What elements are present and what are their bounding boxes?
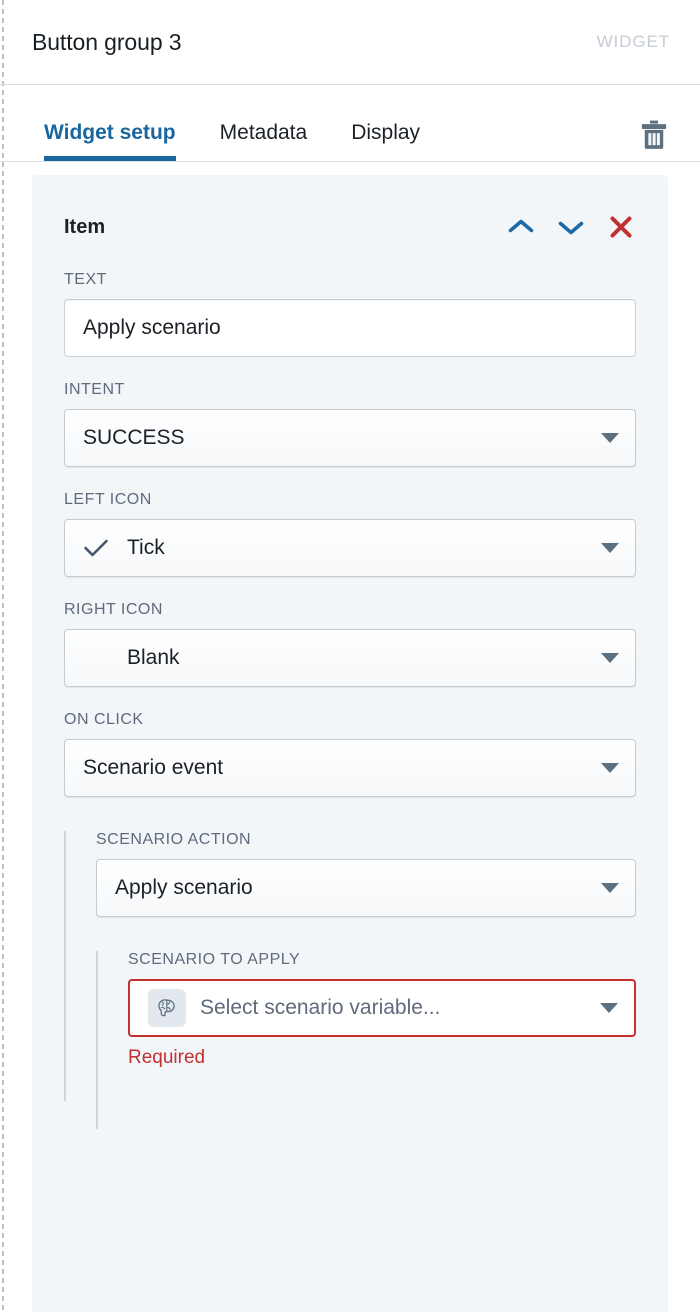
item-title: Item bbox=[64, 215, 106, 238]
left-icon-select[interactable]: Tick bbox=[64, 519, 636, 577]
left-icon-select-value: Tick bbox=[127, 536, 165, 559]
chevron-down-icon bbox=[601, 653, 619, 663]
titlebar: Button group 3 WIDGET bbox=[0, 0, 700, 85]
chevron-down-icon bbox=[601, 543, 619, 553]
field-text-label: TEXT bbox=[64, 271, 107, 288]
delete-widget-button[interactable] bbox=[634, 115, 674, 155]
chevron-down-icon bbox=[600, 1003, 618, 1013]
tabbar: Widget setup Metadata Display bbox=[0, 85, 700, 162]
tab-list: Widget setup Metadata Display bbox=[22, 85, 442, 161]
widget-config-screen: Button group 3 WIDGET Widget setup Metad… bbox=[0, 0, 700, 1312]
field-left-icon-label: LEFT ICON bbox=[64, 491, 152, 508]
left-edge-rail bbox=[2, 0, 4, 1312]
widget-type-badge: WIDGET bbox=[596, 32, 670, 51]
scenario-to-apply-group: SCENARIO TO APPLY Select scenario variab… bbox=[96, 951, 636, 1129]
scenario-to-apply-error: Required bbox=[128, 1047, 206, 1068]
on-click-select-value: Scenario event bbox=[83, 756, 224, 779]
brain-icon bbox=[148, 989, 186, 1027]
chevron-down-icon bbox=[601, 433, 619, 443]
chevron-up-icon bbox=[508, 219, 534, 233]
text-input[interactable]: Apply scenario bbox=[64, 299, 636, 357]
field-left-icon: LEFT ICON Tick bbox=[64, 491, 636, 577]
right-icon-select[interactable]: Blank bbox=[64, 629, 636, 687]
scenario-action-select-value: Apply scenario bbox=[115, 876, 253, 899]
tab-widget-setup[interactable]: Widget setup bbox=[22, 85, 198, 161]
remove-item-button[interactable] bbox=[606, 212, 636, 242]
chevron-down-icon bbox=[601, 763, 619, 773]
move-item-down-button[interactable] bbox=[556, 212, 586, 242]
tick-icon bbox=[83, 538, 109, 558]
tab-metadata[interactable]: Metadata bbox=[198, 85, 330, 161]
intent-select-value: SUCCESS bbox=[83, 426, 185, 449]
close-x-icon bbox=[610, 216, 632, 238]
field-scenario-action-label: SCENARIO ACTION bbox=[96, 831, 252, 848]
field-right-icon: RIGHT ICON Blank bbox=[64, 601, 636, 687]
field-text: TEXT Apply scenario bbox=[64, 271, 636, 357]
trash-icon bbox=[641, 120, 667, 149]
item-settings-panel: Item TEXT Apply scenario INTENT SUCCESS … bbox=[32, 175, 668, 1312]
right-icon-select-value: Blank bbox=[127, 646, 180, 669]
page-title: Button group 3 bbox=[32, 28, 182, 55]
item-header: Item bbox=[64, 207, 636, 247]
scenario-action-group: SCENARIO ACTION Apply scenario SCENARIO … bbox=[64, 831, 636, 1129]
on-click-select[interactable]: Scenario event bbox=[64, 739, 636, 797]
field-intent-label: INTENT bbox=[64, 381, 125, 398]
chevron-down-icon bbox=[601, 883, 619, 893]
move-item-up-button[interactable] bbox=[506, 212, 536, 242]
field-intent: INTENT SUCCESS bbox=[64, 381, 636, 467]
item-actions bbox=[506, 212, 636, 242]
chevron-down-icon bbox=[558, 221, 584, 235]
field-scenario-action: SCENARIO ACTION Apply scenario bbox=[96, 831, 636, 917]
scenario-to-apply-placeholder: Select scenario variable... bbox=[200, 996, 441, 1019]
tab-display[interactable]: Display bbox=[329, 85, 442, 161]
scenario-action-select[interactable]: Apply scenario bbox=[96, 859, 636, 917]
field-on-click-label: ON CLICK bbox=[64, 711, 144, 728]
scenario-to-apply-select[interactable]: Select scenario variable... bbox=[128, 979, 636, 1037]
intent-select[interactable]: SUCCESS bbox=[64, 409, 636, 467]
field-on-click: ON CLICK Scenario event bbox=[64, 711, 636, 797]
field-scenario-to-apply: SCENARIO TO APPLY Select scenario variab… bbox=[128, 951, 636, 1069]
field-right-icon-label: RIGHT ICON bbox=[64, 601, 163, 618]
field-scenario-to-apply-label: SCENARIO TO APPLY bbox=[128, 951, 301, 968]
